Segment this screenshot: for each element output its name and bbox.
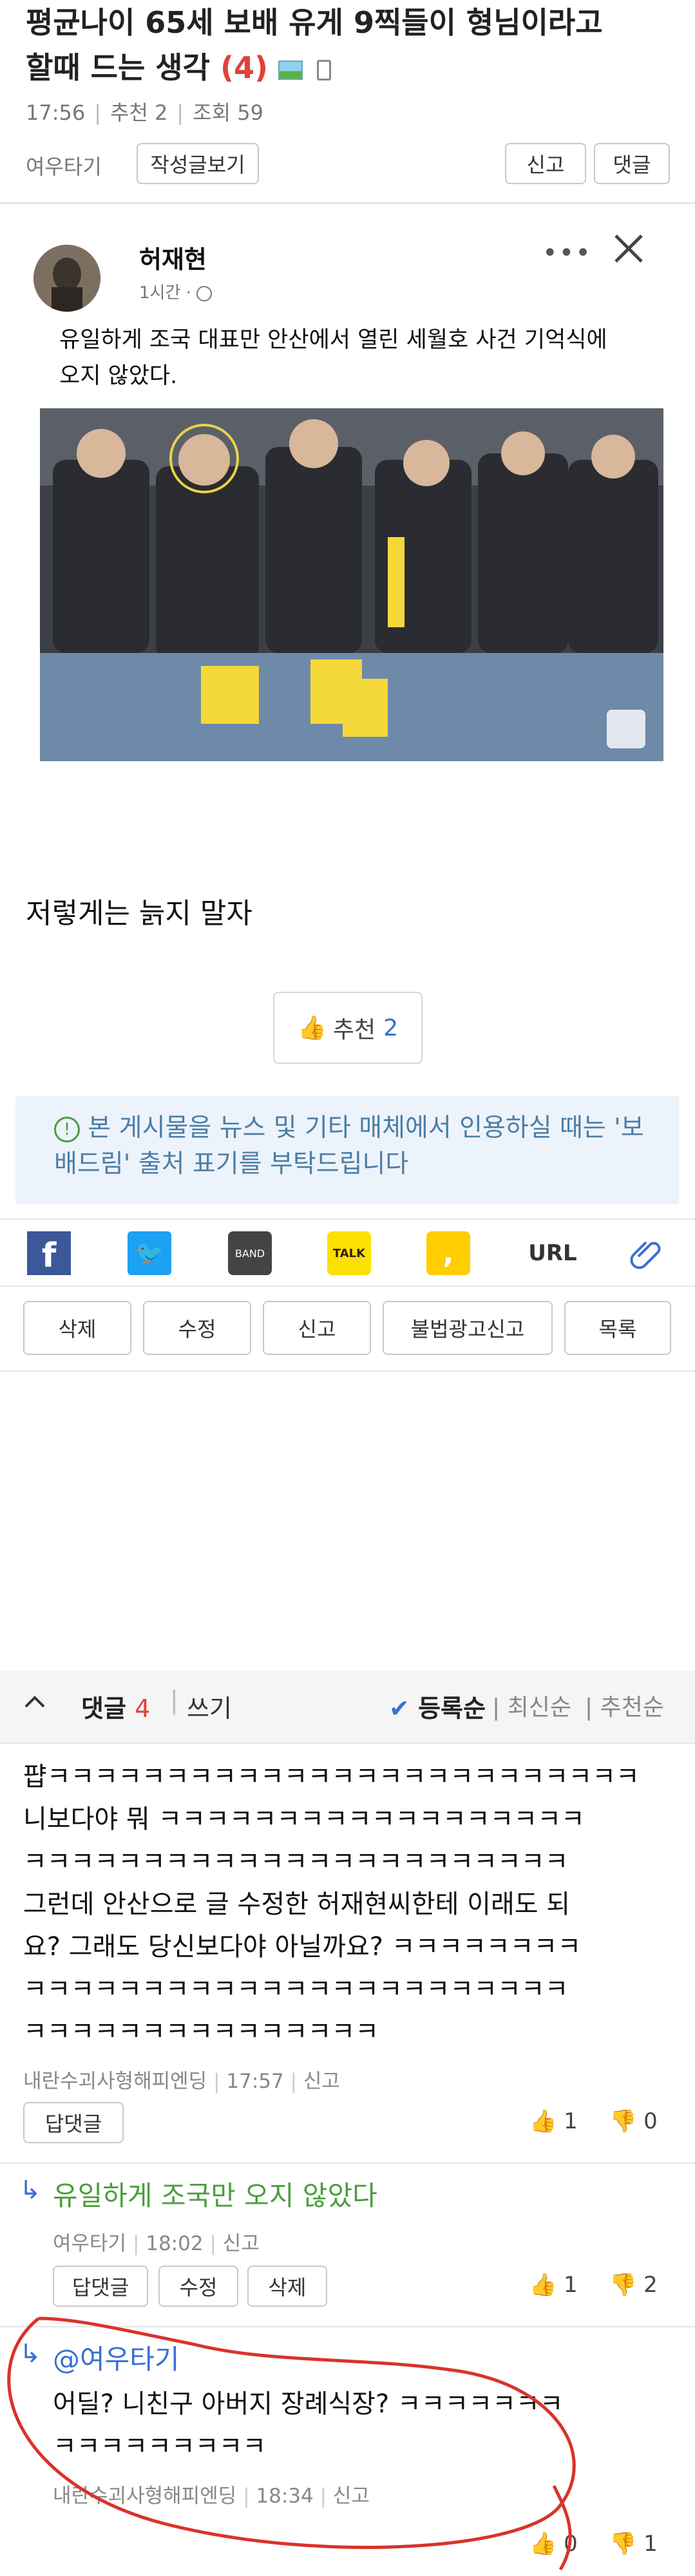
comment-time: 17:57 [226, 2070, 284, 2093]
sort-registered-label: 등록순 [418, 1694, 486, 1723]
write-comment-button[interactable]: 쓰기 [187, 1689, 232, 1724]
comment-1-upvote[interactable]: 👍 1 [529, 2108, 578, 2134]
comment-1-downvote[interactable]: 👎 0 [609, 2108, 658, 2134]
report-button[interactable]: 신고 [505, 143, 586, 184]
comment-button[interactable]: 댓글 [594, 143, 670, 184]
fb-avatar [33, 245, 100, 312]
image-attached-icon [278, 60, 303, 80]
report-post-button[interactable]: 신고 [263, 1301, 371, 1355]
delete-post-button[interactable]: 삭제 [23, 1301, 131, 1355]
comment-report-link[interactable]: 신고 [223, 2232, 260, 2255]
post-author[interactable]: 여우타기 [26, 151, 102, 180]
reply-arrow-icon: ↳ [19, 2175, 41, 2205]
attachment-icon[interactable] [620, 1227, 671, 1279]
report-spam-button[interactable]: 불법광고신고 [383, 1301, 553, 1355]
facebook-share-icon[interactable]: f [23, 1227, 75, 1279]
comment-line: 그런데 안산으로 글 수정한 허재현씨한테 이래도 되 [23, 1889, 571, 1919]
sort-registered[interactable]: ✔ 등록순 [389, 1689, 486, 1724]
red-annotation-circle [7, 2316, 576, 2571]
sort-latest-label: 최신순 [507, 1694, 571, 1721]
header-sep-1: | [170, 1686, 178, 1714]
kakaotalk-share-icon[interactable]: TALK [323, 1227, 375, 1279]
comment-line: 니보다야 뭐 ㅋㅋㅋㅋㅋㅋㅋㅋㅋㅋㅋㅋㅋㅋㅋㅋㅋㅋ [23, 1804, 585, 1834]
citation-notice: ! 본 게시물을 뉴스 및 기타 매체에서 인용하실 때는 '보배드림' 출처 … [15, 1096, 679, 1204]
sort-latest[interactable]: | 최신순 [492, 1689, 571, 1722]
band-share-icon[interactable]: BAND [224, 1227, 276, 1279]
comment-divider [0, 2163, 695, 2164]
edit-post-button[interactable]: 수정 [143, 1301, 251, 1355]
post-title-line1: 평균나이 65세 보배 유게 9찍들이 형님이라고 [26, 5, 603, 40]
comments-label: 댓글 4 [81, 1689, 150, 1724]
post-time: 17:56 [26, 100, 86, 125]
comment-1-text: 퍕ㅋㅋㅋㅋㅋㅋㅋㅋㅋㅋㅋㅋㅋㅋㅋㅋㅋㅋㅋㅋㅋㅋㅋㅋㅋ 니보다야 뭐 ㅋㅋㅋㅋㅋㅋ… [23, 1756, 667, 2053]
post-view-count: 조회 59 [193, 100, 263, 125]
mobile-icon [317, 59, 332, 80]
fb-post-text: 유일하게 조국 대표만 안산에서 열린 세월호 사건 기억식에 오지 않았다. [59, 327, 607, 389]
notice-text: 본 게시물을 뉴스 및 기타 매체에서 인용하실 때는 '보배드림' 출처 표기… [54, 1113, 644, 1179]
more-options-icon: ••• [542, 238, 592, 268]
comment-time: 18:02 [146, 2232, 204, 2255]
reply-button[interactable]: 답댓글 [23, 2102, 124, 2143]
actions-divider [0, 1370, 695, 1372]
check-icon: ✔ [389, 1694, 410, 1723]
recommend-label: 추천 [332, 1017, 376, 1043]
comment-line: ㅋㅋㅋㅋㅋㅋㅋㅋㅋㅋㅋㅋㅋㅋㅋㅋㅋㅋㅋㅋㅋㅋㅋ [23, 1975, 569, 2004]
post-recommend-count: 추천 2 [110, 100, 168, 125]
downvote-count: 0 [643, 2108, 658, 2134]
thumbs-down-icon: 👎 [609, 2108, 637, 2134]
share-divider-bottom [0, 1285, 695, 1287]
url-copy-button[interactable]: URL [520, 1227, 585, 1279]
comment-line: 퍕ㅋㅋㅋㅋㅋㅋㅋㅋㅋㅋㅋㅋㅋㅋㅋㅋㅋㅋㅋㅋㅋㅋㅋㅋㅋ [23, 1762, 640, 1792]
upvote-count: 1 [564, 2108, 578, 2134]
comments-header-divider [0, 1743, 695, 1744]
header-divider [0, 202, 695, 204]
comments-count: 4 [135, 1694, 151, 1723]
author-posts-button[interactable]: 작성글보기 [137, 143, 259, 184]
comment-line: ㅋㅋㅋㅋㅋㅋㅋㅋㅋㅋㅋㅋㅋㅋㅋ [23, 2017, 379, 2047]
comment-1-meta: 내란수괴사형해피엔딩 | 17:57 | 신고 [23, 2070, 340, 2093]
twitter-share-icon[interactable]: 🐦 [124, 1227, 175, 1279]
post-title-line2: 할때 드는 생각 [26, 50, 210, 85]
comment-author[interactable]: 여우타기 [53, 2232, 126, 2255]
close-icon [611, 231, 647, 269]
thumbs-up-icon: 👍 [529, 2108, 557, 2134]
collapse-chevron-icon[interactable] [22, 1689, 48, 1717]
thumbs-up-icon: 👍 [298, 1015, 327, 1041]
comment-2-meta: 여우타기 | 18:02 | 신고 [53, 2232, 260, 2255]
info-icon: ! [54, 1116, 80, 1142]
share-divider-top [0, 1218, 695, 1220]
post-title: 평균나이 65세 보배 유게 9찍들이 형님이라고 할때 드는 생각 (4) [26, 0, 670, 90]
comment-line: 요? 그래도 당신보다야 아닐까요? ㅋㅋㅋㅋㅋㅋㅋㅋ [23, 1932, 582, 1962]
sort-recommended[interactable]: | 추천순 [585, 1689, 664, 1722]
comment-author[interactable]: 내란수괴사형해피엔딩 [23, 2070, 207, 2093]
recommend-button[interactable]: 👍 추천 2 [273, 992, 423, 1064]
recommend-count: 2 [383, 1014, 398, 1041]
fb-time-text: 1시간 · [139, 283, 191, 303]
post-body-text: 저렇게는 늙지 말자 [26, 897, 252, 930]
comment-line: ㅋㅋㅋㅋㅋㅋㅋㅋㅋㅋㅋㅋㅋㅋㅋㅋㅋㅋㅋㅋㅋㅋㅋ [23, 1847, 569, 1877]
fb-post-photo [40, 408, 663, 761]
fb-author-name: 허재현 [139, 245, 207, 274]
list-button[interactable]: 목록 [564, 1301, 671, 1355]
post-meta: 17:56 | 추천 2 | 조회 59 [26, 100, 263, 125]
comments-label-text: 댓글 [81, 1694, 126, 1723]
comment-count-badge[interactable]: (4) [220, 50, 268, 85]
comment-2-text: 유일하게 조국만 오지 않았다 [53, 2180, 377, 2211]
kakaostory-share-icon[interactable]: , [423, 1227, 474, 1279]
fb-post-time: 1시간 · [139, 279, 213, 303]
comment-report-link[interactable]: 신고 [303, 2070, 340, 2093]
globe-icon [196, 285, 213, 301]
sort-recommended-label: 추천순 [600, 1694, 664, 1721]
